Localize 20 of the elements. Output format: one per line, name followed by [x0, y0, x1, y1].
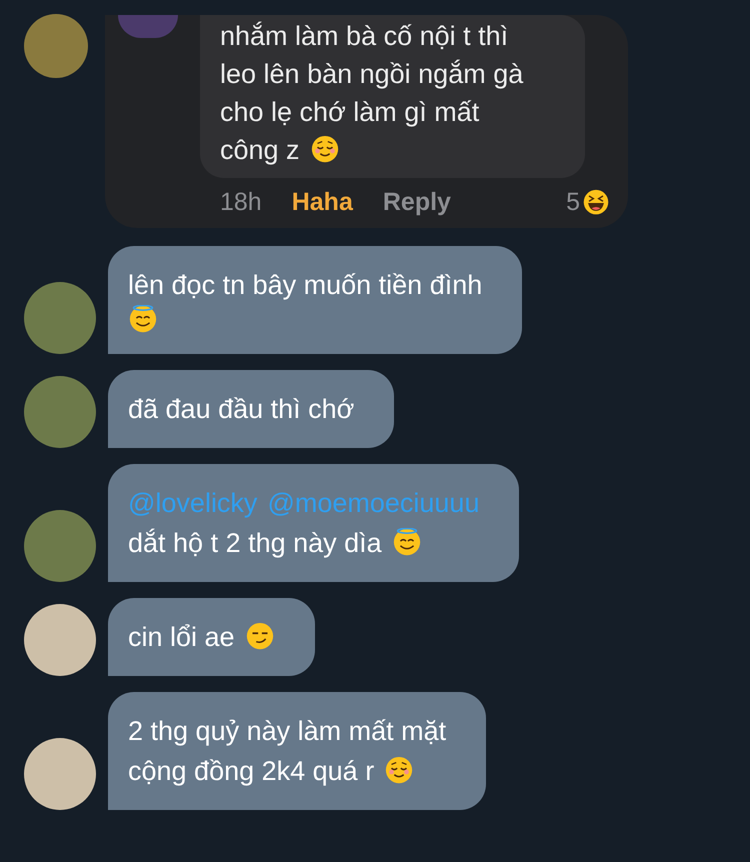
- halo-face-icon: [392, 528, 422, 558]
- comment-text: dắt hộ t 2 thg này dìa: [128, 527, 382, 560]
- comment-text: lên đọc tn bây muốn tiền đình: [128, 269, 482, 302]
- comment-text: cộng đồng 2k4 quá r: [128, 755, 374, 788]
- comment-text: nhắm làm bà cố nội t thì: [220, 20, 508, 53]
- comment-text: công z: [220, 134, 300, 167]
- comment-text: leo lên bàn ngồi ngắm gà: [220, 58, 524, 91]
- comment-text: 2 thg quỷ này làm mất mặt: [128, 715, 446, 748]
- timestamp: 18h: [220, 187, 262, 218]
- smirking-face-icon: [244, 622, 275, 652]
- reaction-count: 5: [566, 187, 580, 218]
- relieved-face-icon: [384, 756, 414, 786]
- laughing-face-icon: [582, 189, 610, 218]
- comment-text: cin lổi ae: [128, 621, 235, 654]
- reply-button[interactable]: Reply: [382, 184, 451, 222]
- comment-text: cho lẹ chớ làm gì mất: [220, 96, 480, 129]
- haha-reaction-button[interactable]: Haha: [292, 184, 353, 222]
- comment-text: đã đau đầu thì chớ: [128, 393, 354, 426]
- relieved-face-icon: [310, 135, 340, 165]
- halo-face-icon: [128, 305, 158, 335]
